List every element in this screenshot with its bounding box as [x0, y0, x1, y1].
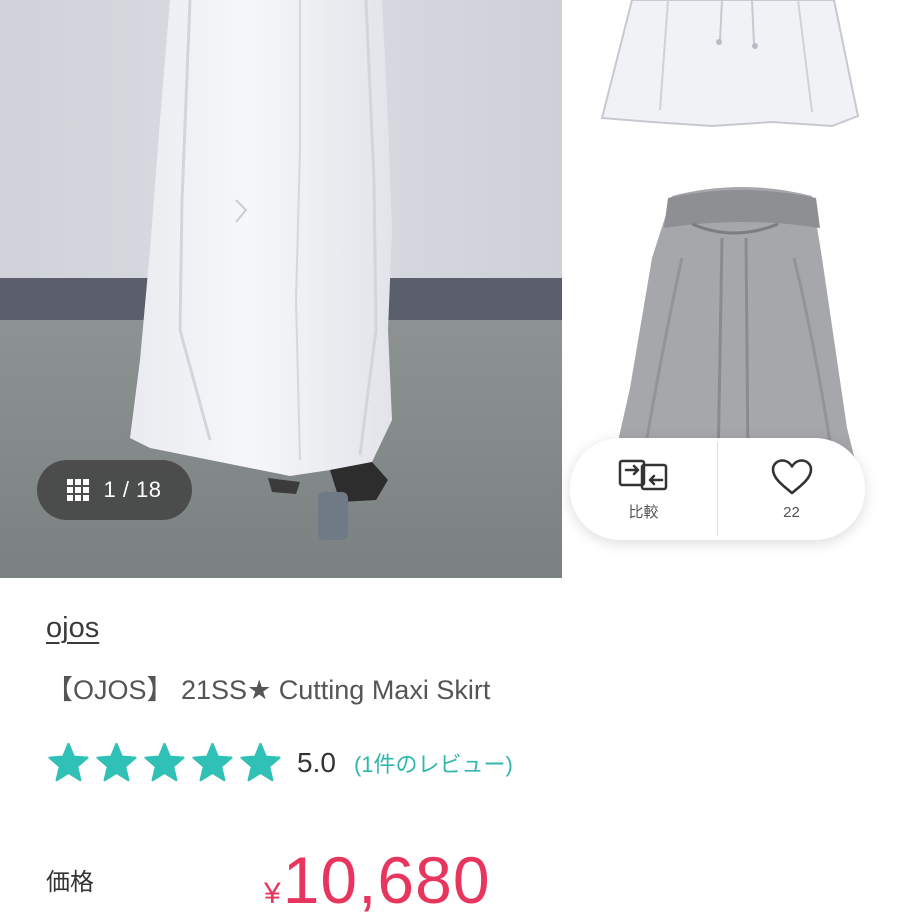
image-counter-text: 1 / 18	[103, 477, 162, 502]
compare-arrows-icon	[618, 457, 670, 493]
action-card: 比較 22	[570, 438, 865, 540]
star-icon	[192, 742, 233, 782]
grid-icon	[67, 479, 90, 501]
compare-button[interactable]: 比較	[570, 438, 717, 540]
star-icon	[48, 742, 89, 782]
currency-symbol: ¥	[264, 877, 281, 910]
product-title: 【OJOS】 21SS★ Cutting Maxi Skirt	[46, 675, 491, 705]
star-icon	[240, 742, 281, 782]
star-icon	[96, 742, 137, 782]
product-gallery: 1 / 18 比較 22	[0, 0, 900, 578]
favorite-button[interactable]: 22	[718, 438, 865, 540]
review-count-link[interactable]: (1件のレビュー)	[354, 747, 513, 779]
price-value: 10,680	[282, 843, 491, 917]
favorite-count: 22	[783, 503, 800, 521]
thumbnail-image-1[interactable]	[572, 0, 900, 150]
rating-value: 5.0	[297, 747, 336, 778]
price-row: 価格 ¥10,680	[46, 840, 900, 917]
compare-label: 比較	[628, 503, 659, 521]
heart-outline-icon	[770, 458, 814, 496]
star-icon	[144, 742, 185, 782]
price-label: 価格	[46, 869, 94, 896]
image-counter[interactable]: 1 / 18	[37, 460, 192, 520]
price-amount: ¥10,680	[264, 842, 491, 918]
rating-stars	[46, 742, 283, 784]
rating-row: 5.0 (1件のレビュー)	[46, 738, 513, 788]
brand-link[interactable]: ojos	[46, 612, 99, 645]
